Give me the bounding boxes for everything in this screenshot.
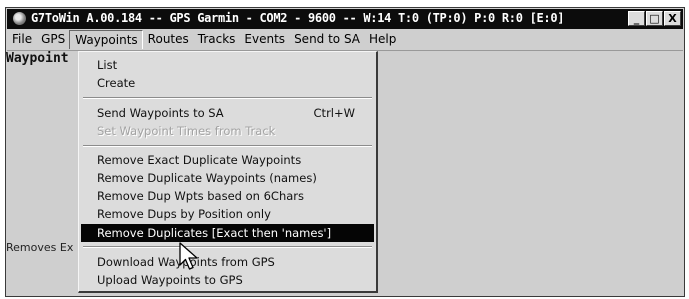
menu-item-label: Remove Dup Wpts based on 6Chars — [97, 189, 304, 203]
menu-tracks[interactable]: Tracks — [193, 30, 240, 49]
menu-item-create[interactable]: Create — [81, 74, 374, 92]
menu-item-label: Remove Duplicate Waypoints (names) — [97, 171, 317, 185]
menu-events[interactable]: Events — [239, 30, 289, 49]
menu-item-remove-duplicates-names[interactable]: Remove Duplicate Waypoints (names) — [81, 169, 374, 187]
menu-item-label: Create — [97, 76, 136, 90]
menu-item-label: Upload Waypoints to GPS — [97, 273, 243, 287]
app-icon[interactable] — [13, 12, 26, 25]
menu-separator — [83, 145, 372, 147]
menu-item-send-waypoints-to-sa[interactable]: Send Waypoints to SA Ctrl+W — [81, 104, 374, 122]
menu-item-remove-exact-duplicates[interactable]: Remove Exact Duplicate Waypoints — [81, 151, 374, 169]
menu-separator — [83, 246, 372, 248]
menu-item-label: Set Waypoint Times from Track — [97, 124, 276, 138]
menu-item-label: Remove Exact Duplicate Waypoints — [97, 153, 302, 167]
menu-item-remove-dup-6chars[interactable]: Remove Dup Wpts based on 6Chars — [81, 187, 374, 205]
waypoints-dropdown-menu: List Create Send Waypoints to SA Ctrl+W … — [78, 51, 378, 293]
menu-routes[interactable]: Routes — [143, 30, 193, 49]
menu-item-label: List — [97, 58, 118, 72]
waypoint-heading: Waypoint — [6, 51, 69, 66]
menu-item-upload-waypoints[interactable]: Upload Waypoints to GPS — [81, 271, 374, 289]
menu-separator — [83, 97, 372, 99]
minimize-button[interactable]: _ — [628, 11, 645, 26]
menu-item-remove-dups-by-position[interactable]: Remove Dups by Position only — [81, 205, 374, 223]
menu-item-label: Remove Dups by Position only — [97, 207, 271, 221]
menu-bar: File GPS Waypoints Routes Tracks Events … — [7, 30, 683, 49]
menu-item-label: Send Waypoints to SA — [97, 106, 224, 120]
menu-item-remove-duplicates-exact-then-names[interactable]: Remove Duplicates [Exact then 'names'] — [81, 224, 374, 242]
menu-item-shortcut: Ctrl+W — [313, 106, 355, 120]
menu-waypoints[interactable]: Waypoints — [69, 30, 143, 49]
close-button[interactable]: X — [664, 11, 681, 26]
mouse-pointer-icon — [179, 242, 198, 270]
menu-file[interactable]: File — [7, 30, 36, 49]
window-controls: _ □ X — [628, 11, 681, 27]
menu-item-label: Remove Duplicates [Exact then 'names'] — [97, 226, 332, 240]
menu-help[interactable]: Help — [364, 30, 400, 49]
title-bar[interactable]: G7ToWin A.00.184 -- GPS Garmin - COM2 - … — [7, 9, 683, 29]
window-title: G7ToWin A.00.184 -- GPS Garmin - COM2 - … — [31, 11, 565, 25]
maximize-button[interactable]: □ — [646, 11, 663, 26]
menu-item-set-waypoint-times: Set Waypoint Times from Track — [81, 122, 374, 140]
menu-gps[interactable]: GPS — [36, 30, 69, 49]
menu-item-list[interactable]: List — [81, 56, 374, 74]
status-text: Removes Ex — [6, 241, 74, 254]
menu-send-to-sa[interactable]: Send to SA — [289, 30, 364, 49]
menu-item-download-waypoints[interactable]: Download Waypoints from GPS — [81, 253, 374, 271]
